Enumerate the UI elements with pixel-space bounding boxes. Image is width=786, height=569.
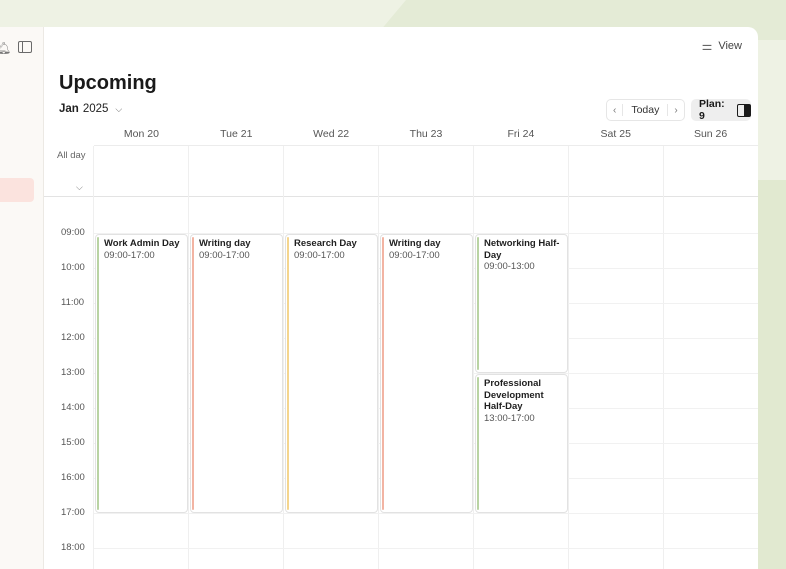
event-color-bar	[382, 237, 384, 510]
event-title: Writing day	[199, 238, 251, 249]
day-headers: Mon 20 Tue 21 Wed 22 Thu 23 Fri 24 Sat 2…	[94, 128, 758, 146]
calendar-event[interactable]: Research Day 09:00-17:00	[285, 234, 378, 513]
column-divider	[663, 146, 664, 569]
column-divider	[188, 146, 189, 569]
chevron-down-icon: ⌵	[115, 103, 123, 114]
time-label: 11:00	[61, 297, 85, 308]
hour-line	[94, 513, 758, 514]
sidebar: 🔔︎	[0, 27, 44, 569]
event-time: 09:00-17:00	[389, 249, 440, 261]
year-label: 2025	[82, 103, 109, 115]
event-title: Professional Development Half-Day	[484, 378, 544, 412]
event-time: 09:00-17:00	[199, 249, 250, 261]
calendar-event[interactable]: Networking Half-Day 09:00-13:00	[475, 234, 568, 373]
column-divider	[93, 146, 94, 569]
column-divider	[568, 146, 569, 569]
sidebar-toggle-icon[interactable]	[18, 41, 32, 53]
time-label: 17:00	[61, 507, 85, 518]
column-divider	[378, 146, 379, 569]
time-label: 12:00	[61, 332, 85, 343]
time-label: 09:00	[61, 227, 85, 238]
bell-icon[interactable]: 🔔︎	[0, 41, 11, 55]
view-button[interactable]: ⚌ View	[702, 39, 742, 53]
event-title: Work Admin Day	[104, 238, 180, 249]
calendar-event[interactable]: Writing day 09:00-17:00	[380, 234, 473, 513]
event-title: Writing day	[389, 238, 441, 249]
calendar-event[interactable]: Writing day 09:00-17:00	[190, 234, 283, 513]
calendar-event[interactable]: Work Admin Day 09:00-17:00	[95, 234, 188, 513]
hour-line	[94, 548, 758, 549]
day-header[interactable]: Sat 25	[568, 128, 663, 145]
time-label: 14:00	[61, 402, 85, 413]
month-selector[interactable]: Jan 2025 ⌵	[59, 103, 122, 115]
page-title: Upcoming	[59, 72, 157, 94]
day-header[interactable]: Thu 23	[379, 128, 474, 145]
day-header[interactable]: Fri 24	[473, 128, 568, 145]
panel-toggle-icon	[737, 103, 751, 117]
today-button[interactable]: Today	[622, 104, 669, 116]
event-color-bar	[192, 237, 194, 510]
plan-button[interactable]: Plan: 9	[691, 98, 751, 122]
next-week-button[interactable]: ›	[668, 105, 683, 116]
time-label: 10:00	[61, 262, 85, 273]
event-color-bar	[477, 377, 479, 510]
time-label: 13:00	[61, 367, 85, 378]
calendar-event[interactable]: Professional Development Half-Day 13:00-1…	[475, 374, 568, 513]
event-color-bar	[97, 237, 99, 510]
view-button-label: View	[718, 40, 742, 52]
event-time: 13:00-17:00	[484, 412, 535, 424]
event-color-bar	[477, 237, 479, 370]
sidebar-item-active[interactable]	[0, 178, 34, 202]
event-title: Research Day	[294, 238, 357, 249]
column-divider	[473, 146, 474, 569]
plan-label: Plan: 9	[699, 98, 725, 122]
column-divider	[283, 146, 284, 569]
time-label: 15:00	[61, 437, 85, 448]
event-title: Networking Half-Day	[484, 238, 560, 261]
chevron-down-icon[interactable]: ⌵	[76, 182, 83, 193]
prev-week-button[interactable]: ‹	[607, 105, 622, 116]
event-time: 09:00-13:00	[484, 261, 535, 272]
day-header[interactable]: Wed 22	[284, 128, 379, 145]
day-header[interactable]: Sun 26	[663, 128, 758, 145]
sliders-icon: ⚌	[701, 39, 713, 53]
date-navigation: ‹ Today ›	[606, 99, 685, 121]
event-time: 09:00-17:00	[294, 249, 345, 261]
event-color-bar	[287, 237, 289, 510]
time-label: 16:00	[61, 472, 85, 483]
time-label: 18:00	[61, 542, 85, 553]
month-label: Jan	[59, 103, 79, 115]
all-day-divider	[44, 196, 758, 197]
calendar-window: ⚌ View Upcoming Jan 2025 ⌵ ‹ Today › Pla…	[44, 27, 758, 569]
day-header[interactable]: Tue 21	[189, 128, 284, 145]
day-header[interactable]: Mon 20	[94, 128, 189, 145]
all-day-label: All day	[57, 150, 86, 161]
event-time: 09:00-17:00	[104, 249, 155, 261]
